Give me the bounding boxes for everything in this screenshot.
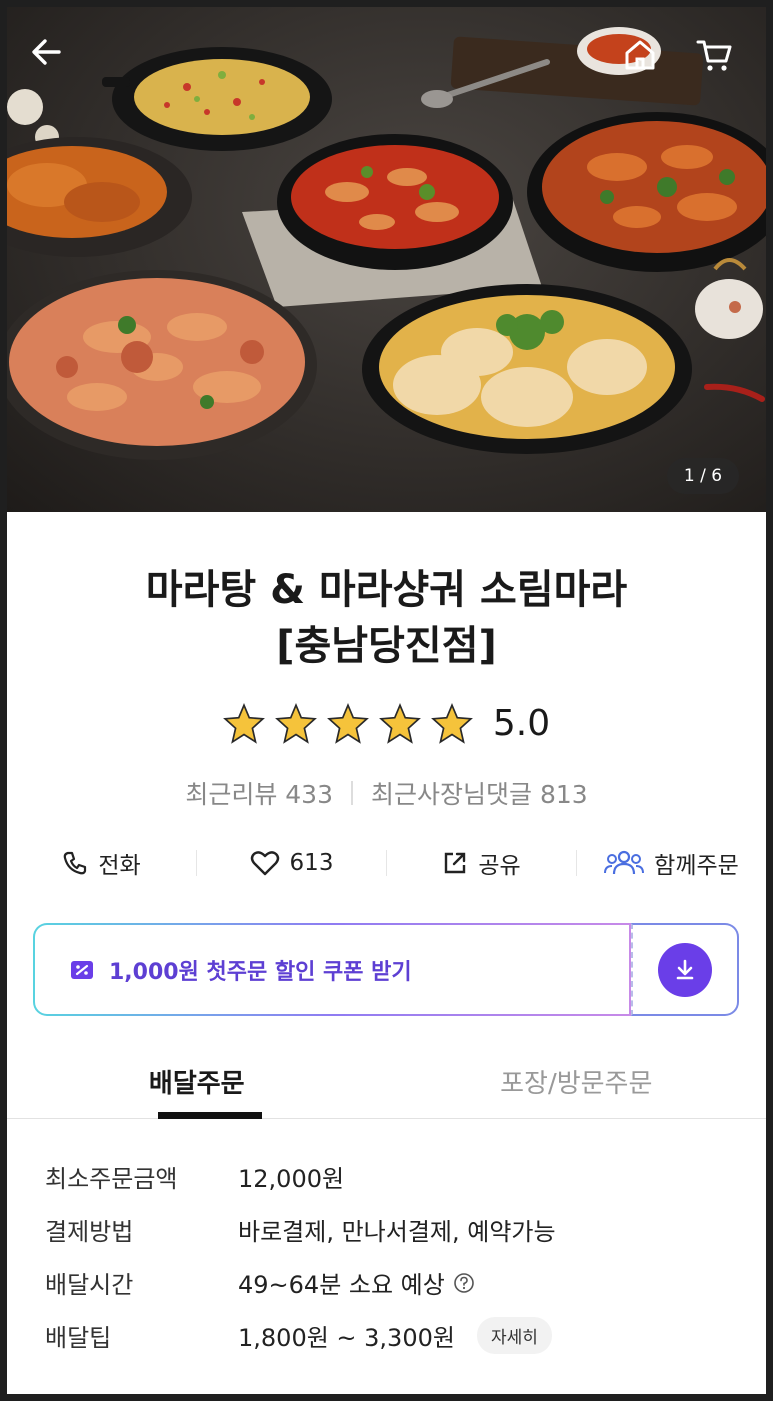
info-row-min-order: 최소주문금액 12,000원 [45,1150,745,1203]
group-order-button[interactable]: 함께주문 [577,846,766,880]
min-order-value: 12,000원 [238,1165,345,1193]
group-icon [604,850,645,875]
cart-button[interactable] [695,37,743,85]
delivery-time-value: 49~64분 소요 예상 [238,1271,445,1299]
delivery-tip-value-group: 1,800원 ~ 3,300원 자세히 [238,1317,552,1354]
share-button[interactable]: 공유 [387,846,576,880]
coupon-download-area[interactable] [631,923,739,1016]
phone-icon [64,851,87,875]
recent-reviews-link[interactable]: 최근리뷰 433 [185,775,333,811]
payment-key: 결제방법 [45,1218,134,1246]
heart-icon [250,851,279,876]
info-row-delivery-time: 배달시간 49~64분 소요 예상 [45,1256,745,1309]
store-name-line2: [충남당진점] [276,623,497,669]
coupon-banner[interactable]: 1,000원 첫주문 할인 쿠폰 받기 [33,923,739,1016]
call-label: 전화 [98,853,141,879]
delivery-tip-detail-button[interactable]: 자세히 [476,1317,552,1354]
delivery-tip-value: 1,800원 ~ 3,300원 [238,1324,455,1352]
back-button[interactable] [29,35,77,83]
store-page: 1 / 6 마라탕 & 마라샹궈 소림마라 [충남당진점] 5.0 최근리뷰 4… [7,7,766,1394]
cart-icon [696,40,732,71]
active-tab-indicator [158,1112,262,1119]
star-icon [378,702,421,744]
like-count: 613 [289,850,334,876]
download-icon [676,959,694,979]
coupon-percent-icon [71,960,93,979]
rating[interactable]: 5.0 [7,702,766,744]
share-icon [445,852,466,874]
arrow-left-icon [32,39,61,65]
star-icon [430,702,473,744]
min-order-key: 최소주문금액 [45,1165,178,1193]
home-icon [625,40,655,70]
owner-replies-link[interactable]: 최근사장님댓글 813 [371,775,588,811]
star-icon [274,702,317,744]
order-type-tabs: 배달주문 포장/방문주문 [7,1059,766,1119]
coupon-label-area[interactable]: 1,000원 첫주문 할인 쿠폰 받기 [33,923,631,1016]
tab-pickup-label: 포장/방문주문 [500,1069,653,1099]
group-order-label: 함께주문 [654,853,739,879]
action-bar: 전화 613 공유 함께주문 [7,839,766,887]
share-label: 공유 [478,853,521,879]
payment-value: 바로결제, 만나서결제, 예약가능 [238,1218,556,1246]
home-button[interactable] [622,37,670,85]
review-summary: 최근리뷰 433 최근사장님댓글 813 [7,775,766,811]
info-row-delivery-tip: 배달팁 1,800원 ~ 3,300원 자세히 [45,1309,745,1362]
coupon-download-button[interactable] [658,942,712,997]
rating-score: 5.0 [492,702,551,744]
coupon-label: 1,000원 첫주문 할인 쿠폰 받기 [109,959,412,985]
question-icon[interactable] [453,1272,475,1294]
delivery-time-key: 배달시간 [45,1271,134,1299]
tab-delivery-label: 배달주문 [148,1069,245,1099]
like-button[interactable]: 613 [197,849,386,877]
star-icon [222,702,265,744]
info-row-payment: 결제방법 바로결제, 만나서결제, 예약가능 [45,1203,745,1256]
star-icon [326,702,369,744]
divider [351,781,353,805]
delivery-tip-key: 배달팁 [45,1324,112,1352]
image-counter: 1 / 6 [667,458,739,494]
tab-delivery[interactable]: 배달주문 [7,1059,387,1119]
store-name: 마라탕 & 마라샹궈 소림마라 [충남당진점] [7,562,766,674]
tab-pickup[interactable]: 포장/방문주문 [387,1059,767,1118]
call-button[interactable]: 전화 [7,846,196,880]
delivery-info: 최소주문금액 12,000원 결제방법 바로결제, 만나서결제, 예약가능 배달… [45,1150,745,1362]
delivery-time-value-group: 49~64분 소요 예상 [238,1265,475,1300]
hero-food-image[interactable]: 1 / 6 [7,7,766,512]
store-name-line1: 마라탕 & 마라샹궈 소림마라 [145,567,628,613]
